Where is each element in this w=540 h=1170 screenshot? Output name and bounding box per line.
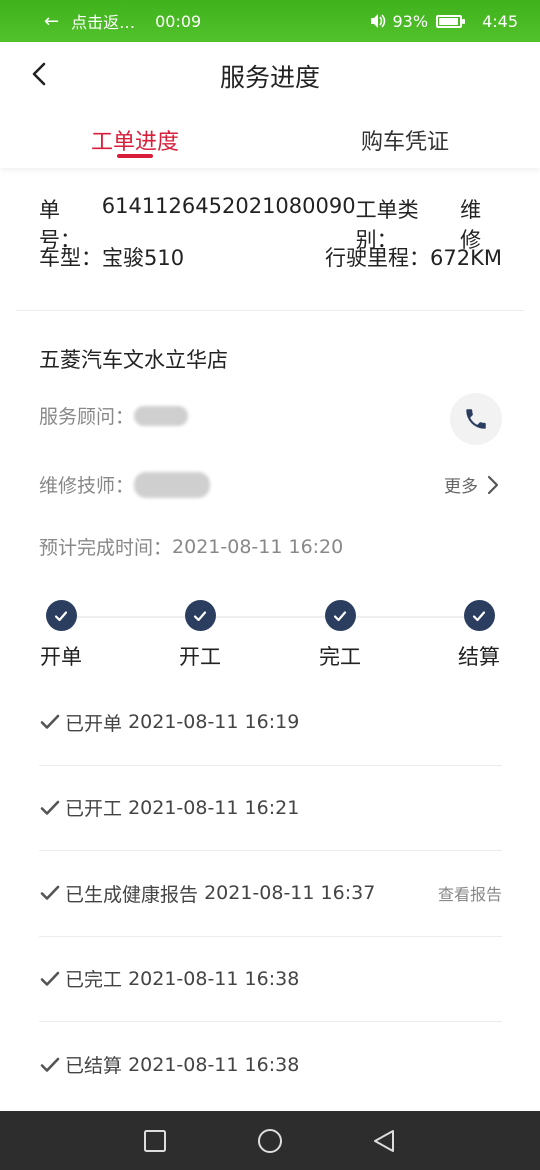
- tab-work-order-progress[interactable]: 工单进度: [0, 106, 270, 168]
- timeline-text: 已开工: [65, 798, 123, 821]
- recents-square-icon[interactable]: [143, 1129, 167, 1153]
- mileage: 672KM: [430, 246, 502, 270]
- step-complete: 完工: [300, 600, 380, 671]
- timeline-item: 已开工 2021-08-11 16:21: [39, 766, 502, 851]
- check-circle-icon: [184, 600, 216, 631]
- advisor-name-redacted: [134, 405, 189, 426]
- volume-icon: [370, 14, 385, 28]
- progress-timeline: 已开单 2021-08-11 16:19 已开工 2021-08-11 16:2…: [39, 680, 502, 1108]
- eta-value: 2021-08-11 16:20: [172, 535, 344, 558]
- back-triangle-icon[interactable]: [372, 1129, 396, 1153]
- check-icon: [40, 1057, 60, 1072]
- battery-percent: 93%: [392, 11, 429, 31]
- estimated-completion: 预计完成时间： 2021-08-11 16:20: [39, 533, 343, 560]
- phone-icon: [466, 409, 486, 429]
- chevron-right-icon: [487, 475, 499, 494]
- home-circle-icon[interactable]: [257, 1129, 283, 1155]
- steps-connector: [61, 616, 479, 618]
- battery-icon: [436, 14, 466, 28]
- step-label: 结算: [458, 645, 500, 669]
- system-nav-bar: [0, 1111, 540, 1170]
- tab-purchase-voucher[interactable]: 购车凭证: [270, 106, 540, 168]
- timeline-item: 已开单 2021-08-11 16:19: [39, 680, 502, 766]
- timeline-item: 已完工 2021-08-11 16:38: [39, 937, 502, 1022]
- step-label: 开单: [40, 645, 82, 669]
- timeline-time: 2021-08-11 16:38: [128, 967, 300, 990]
- step-open-order: 开单: [21, 600, 101, 671]
- call-button[interactable]: [450, 393, 502, 445]
- timeline-time: 2021-08-11 16:37: [204, 882, 376, 905]
- divider: [16, 310, 524, 311]
- store-name: 五菱汽车文水立华店: [39, 348, 228, 372]
- step-start-work: 开工: [160, 600, 240, 671]
- check-icon: [40, 885, 60, 901]
- mileage-label: 行驶里程：: [325, 246, 431, 270]
- more-button[interactable]: 更多: [444, 472, 500, 497]
- return-to-call[interactable]: ← 点击返… 00:09: [44, 9, 201, 33]
- step-label: 开工: [179, 645, 221, 669]
- timeline-item: 已结算 2021-08-11 16:38: [39, 1022, 502, 1108]
- return-label: 点击返…: [71, 13, 136, 32]
- timeline-text: 已完工: [65, 969, 123, 992]
- timeline-text: 已结算: [65, 1055, 123, 1078]
- advisor-label: 服务顾问：: [39, 406, 135, 428]
- technician: 维修技师：: [39, 471, 211, 498]
- timeline-time: 2021-08-11 16:38: [128, 1053, 300, 1076]
- arrow-left-icon: ←: [44, 10, 60, 32]
- progress-steps: 开单 开工 完工 结算: [0, 600, 540, 670]
- technician-label: 维修技师：: [39, 475, 135, 497]
- view-report-link[interactable]: 查看报告: [438, 881, 502, 905]
- order-info: 单号： 6141126452021080090 工单类别： 维修 车型：宝骏51…: [0, 168, 540, 310]
- check-circle-icon: [463, 600, 495, 631]
- more-label: 更多: [444, 477, 478, 497]
- timeline-time: 2021-08-11 16:21: [128, 796, 300, 819]
- timeline-item: 已生成健康报告 2021-08-11 16:37 查看报告: [39, 851, 502, 937]
- timeline-text: 已开单: [65, 712, 123, 735]
- page-title: 服务进度: [219, 63, 320, 92]
- technician-name-redacted: [134, 471, 211, 498]
- eta-label: 预计完成时间：: [39, 537, 173, 559]
- call-timer: 00:09: [155, 11, 202, 31]
- check-icon: [40, 971, 60, 986]
- check-circle-icon: [324, 600, 356, 631]
- timeline-time: 2021-08-11 16:19: [128, 711, 300, 734]
- service-advisor: 服务顾问：: [39, 402, 189, 429]
- timeline-text: 已生成健康报告: [65, 883, 199, 906]
- step-label: 完工: [319, 645, 361, 669]
- car-model: 宝骏510: [102, 246, 185, 270]
- app-header: 服务进度: [0, 42, 540, 106]
- car-model-label: 车型：: [39, 246, 102, 270]
- check-icon: [40, 714, 60, 730]
- check-icon: [40, 800, 60, 815]
- check-circle-icon: [45, 600, 77, 631]
- step-settle: 结算: [439, 600, 519, 671]
- tab-bar: 工单进度 购车凭证: [0, 106, 540, 168]
- status-bar: ← 点击返… 00:09 93% 4:45: [0, 0, 540, 42]
- clock: 4:45: [482, 11, 518, 31]
